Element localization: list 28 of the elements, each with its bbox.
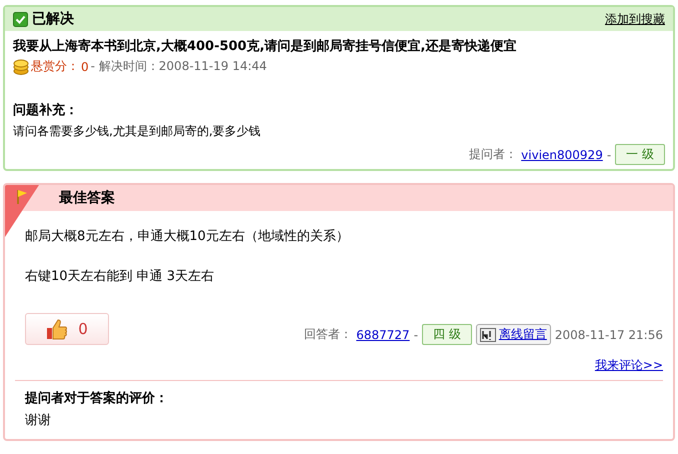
separator: - — [606, 148, 612, 162]
rating-title: 提问者对于答案的评价： — [24, 390, 169, 407]
status-label: 已解决 — [32, 10, 74, 28]
comment-link[interactable]: 我来评论>> — [594, 357, 663, 374]
offline-message-button[interactable]: 离线留言 — [476, 324, 551, 345]
level-badge: 一 级 — [615, 144, 665, 165]
level-badge: 四 级 — [422, 324, 472, 345]
supplement-title: 问题补充： — [13, 102, 79, 119]
answer-time: 2008-11-17 21:56 — [554, 328, 663, 342]
answer-text: 邮局大概8元左右，申通大概10元左右（地域性的关系） — [25, 228, 350, 245]
answer-title: 最佳答案 — [59, 189, 115, 207]
supplement-text: 请问各需要多少钱,尤其是到邮局寄的,要多少钱 — [13, 123, 262, 140]
coins-icon — [13, 58, 29, 74]
answer-text: 右键10天左右能到 申通 3天左右 — [25, 268, 216, 285]
asker-label: 提问者： — [469, 146, 518, 163]
like-button[interactable]: 0 — [25, 313, 109, 345]
answerer-label: 回答者： — [304, 326, 352, 343]
answerer-link[interactable]: 6887727 — [356, 328, 410, 342]
add-to-favorites-link[interactable]: 添加到搜藏 — [605, 10, 665, 28]
message-icon — [480, 328, 496, 342]
reward-label: 悬赏分： — [31, 58, 79, 75]
separator: - — [414, 328, 418, 342]
solved-time: - 解决时间：2008-11-19 14:44 — [90, 58, 267, 75]
question-title: 我要从上海寄本书到北京,大概400-500克,请问是到邮局寄挂号信便宜,还是寄快递便宜 — [13, 38, 518, 55]
reward-value: 0 — [81, 60, 89, 74]
rating-text: 谢谢 — [24, 412, 52, 429]
asker-link[interactable]: vivien800929 — [521, 148, 603, 162]
thumbs-up-icon — [46, 318, 68, 340]
